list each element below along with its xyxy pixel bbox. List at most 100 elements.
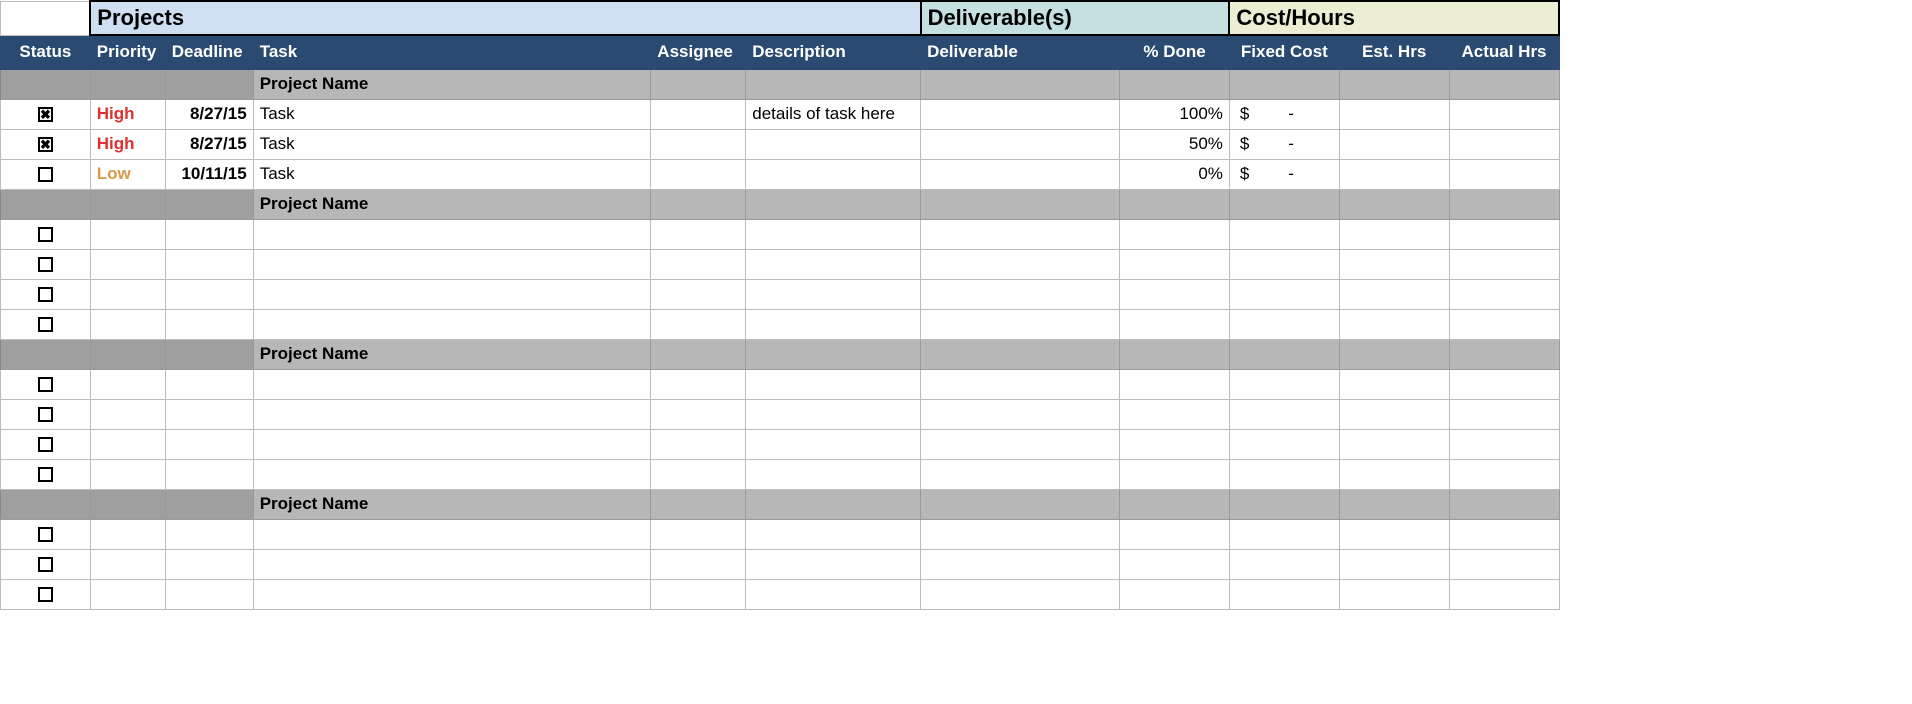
deliverable-cell[interactable]: [921, 279, 1120, 309]
col-status[interactable]: Status: [1, 35, 91, 69]
est-hrs-cell[interactable]: [1339, 369, 1449, 399]
priority-cell[interactable]: [90, 549, 165, 579]
actual-hrs-cell[interactable]: [1449, 429, 1559, 459]
task-cell[interactable]: [253, 519, 651, 549]
assignee-cell[interactable]: [651, 399, 746, 429]
group-cell[interactable]: [1120, 189, 1230, 219]
deadline-cell[interactable]: [165, 369, 253, 399]
pct-done-cell[interactable]: [1120, 249, 1230, 279]
pct-done-cell[interactable]: [1120, 459, 1230, 489]
status-cell[interactable]: [1, 279, 91, 309]
assignee-cell[interactable]: [651, 579, 746, 609]
section-cost-hours[interactable]: Cost/Hours: [1229, 1, 1559, 35]
deliverable-cell[interactable]: [921, 549, 1120, 579]
description-cell[interactable]: [746, 309, 921, 339]
deadline-cell[interactable]: [165, 279, 253, 309]
actual-hrs-cell[interactable]: [1449, 579, 1559, 609]
status-cell[interactable]: [1, 579, 91, 609]
group-cell[interactable]: [1449, 69, 1559, 99]
deliverable-cell[interactable]: [921, 369, 1120, 399]
status-cell[interactable]: [1, 369, 91, 399]
assignee-cell[interactable]: [651, 99, 746, 129]
checkbox-icon[interactable]: [38, 257, 53, 272]
project-name-cell[interactable]: Project Name: [253, 189, 651, 219]
col-fixed-cost[interactable]: Fixed Cost: [1229, 35, 1339, 69]
task-cell[interactable]: [253, 579, 651, 609]
task-cell[interactable]: [253, 429, 651, 459]
checkbox-icon[interactable]: [38, 467, 53, 482]
assignee-cell[interactable]: [651, 459, 746, 489]
est-hrs-cell[interactable]: [1339, 279, 1449, 309]
description-cell[interactable]: [746, 249, 921, 279]
deadline-cell[interactable]: 8/27/15: [165, 99, 253, 129]
group-cell[interactable]: [1339, 489, 1449, 519]
col-description[interactable]: Description: [746, 35, 921, 69]
group-cell[interactable]: [746, 339, 921, 369]
group-cell[interactable]: [746, 489, 921, 519]
project-name-cell[interactable]: Project Name: [253, 489, 651, 519]
checkbox-icon[interactable]: [38, 287, 53, 302]
status-cell[interactable]: [1, 519, 91, 549]
fixed-cost-cell[interactable]: [1229, 519, 1339, 549]
pct-done-cell[interactable]: 50%: [1120, 129, 1230, 159]
actual-hrs-cell[interactable]: [1449, 519, 1559, 549]
task-cell[interactable]: [253, 219, 651, 249]
status-cell[interactable]: [1, 249, 91, 279]
fixed-cost-cell[interactable]: [1229, 369, 1339, 399]
actual-hrs-cell[interactable]: [1449, 249, 1559, 279]
group-cell[interactable]: [921, 339, 1120, 369]
checkbox-icon[interactable]: [38, 167, 53, 182]
project-name-cell[interactable]: Project Name: [253, 339, 651, 369]
est-hrs-cell[interactable]: [1339, 99, 1449, 129]
task-cell[interactable]: [253, 249, 651, 279]
priority-cell[interactable]: [90, 369, 165, 399]
est-hrs-cell[interactable]: [1339, 399, 1449, 429]
task-cell[interactable]: [253, 369, 651, 399]
col-deadline[interactable]: Deadline: [165, 35, 253, 69]
checkbox-icon[interactable]: [38, 557, 53, 572]
fixed-cost-cell[interactable]: [1229, 399, 1339, 429]
description-cell[interactable]: [746, 579, 921, 609]
description-cell[interactable]: [746, 159, 921, 189]
checkbox-icon[interactable]: [38, 317, 53, 332]
fixed-cost-cell[interactable]: [1229, 429, 1339, 459]
group-cell[interactable]: [90, 339, 165, 369]
project-name-cell[interactable]: Project Name: [253, 69, 651, 99]
group-cell[interactable]: [90, 69, 165, 99]
pct-done-cell[interactable]: 0%: [1120, 159, 1230, 189]
priority-cell[interactable]: [90, 429, 165, 459]
est-hrs-cell[interactable]: [1339, 159, 1449, 189]
fixed-cost-cell[interactable]: $-: [1229, 159, 1339, 189]
assignee-cell[interactable]: [651, 429, 746, 459]
group-cell[interactable]: [651, 489, 746, 519]
checkbox-icon[interactable]: [38, 377, 53, 392]
description-cell[interactable]: [746, 279, 921, 309]
est-hrs-cell[interactable]: [1339, 249, 1449, 279]
deadline-cell[interactable]: [165, 579, 253, 609]
col-priority[interactable]: Priority: [90, 35, 165, 69]
group-cell[interactable]: [1, 69, 91, 99]
priority-cell[interactable]: [90, 279, 165, 309]
priority-cell[interactable]: [90, 579, 165, 609]
actual-hrs-cell[interactable]: [1449, 279, 1559, 309]
actual-hrs-cell[interactable]: [1449, 369, 1559, 399]
assignee-cell[interactable]: [651, 159, 746, 189]
description-cell[interactable]: details of task here: [746, 99, 921, 129]
group-cell[interactable]: [1229, 339, 1339, 369]
fixed-cost-cell[interactable]: [1229, 249, 1339, 279]
deliverable-cell[interactable]: [921, 429, 1120, 459]
assignee-cell[interactable]: [651, 519, 746, 549]
group-cell[interactable]: [1339, 189, 1449, 219]
group-cell[interactable]: [921, 69, 1120, 99]
checkbox-icon[interactable]: [38, 587, 53, 602]
status-cell[interactable]: ✖: [1, 129, 91, 159]
deliverable-cell[interactable]: [921, 129, 1120, 159]
corner-cell[interactable]: [1, 1, 91, 35]
group-cell[interactable]: [90, 489, 165, 519]
status-cell[interactable]: [1, 429, 91, 459]
deadline-cell[interactable]: [165, 459, 253, 489]
pct-done-cell[interactable]: [1120, 579, 1230, 609]
group-cell[interactable]: [1449, 339, 1559, 369]
description-cell[interactable]: [746, 549, 921, 579]
deliverable-cell[interactable]: [921, 249, 1120, 279]
